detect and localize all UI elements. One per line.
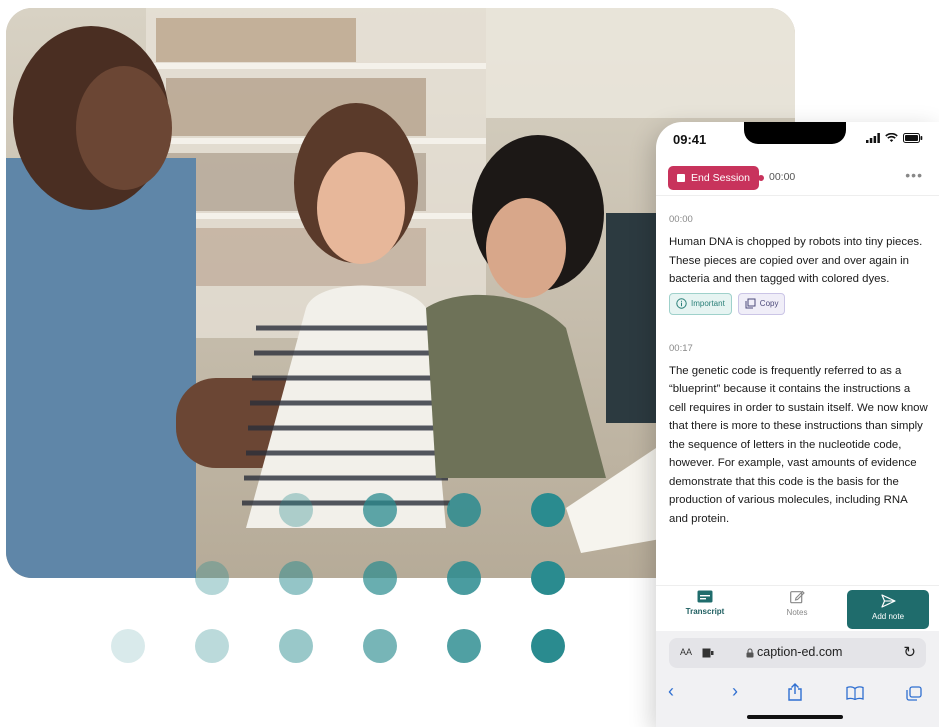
- reader-icon[interactable]: [702, 648, 714, 658]
- segment-text: The genetic code is frequently referred …: [669, 364, 928, 525]
- transcript-content: 00:00 Human DNA is chopped by robots int…: [669, 214, 929, 528]
- status-time: 09:41: [673, 132, 707, 147]
- forward-icon[interactable]: ›: [732, 681, 738, 702]
- back-icon[interactable]: ‹: [668, 681, 674, 702]
- dot: [363, 561, 397, 595]
- segment-timestamp: 00:17: [669, 342, 693, 354]
- stop-icon: [677, 174, 685, 182]
- send-icon: [880, 594, 896, 608]
- dot: [111, 629, 145, 663]
- dot: [363, 493, 397, 527]
- add-note-label: Add note: [871, 612, 905, 621]
- dot: [447, 561, 481, 595]
- transcript-segment: 00:00 Human DNA is chopped by robots int…: [669, 214, 929, 315]
- session-timer: 00:00: [769, 171, 796, 183]
- status-icons: [866, 133, 923, 143]
- edit-note-icon: [789, 590, 805, 604]
- url-text: caption-ed.com: [757, 645, 843, 659]
- tab-notes[interactable]: Notes: [757, 590, 837, 617]
- end-session-button[interactable]: End Session: [668, 166, 759, 190]
- important-button[interactable]: Important: [669, 292, 732, 315]
- lock-icon: [746, 648, 754, 658]
- end-session-label: End Session: [691, 172, 750, 184]
- text-size-button[interactable]: AA: [680, 647, 692, 657]
- transcript-segment: 00:17 The genetic code is frequently ref…: [669, 343, 929, 529]
- dot: [279, 561, 313, 595]
- important-label: Important: [691, 299, 725, 308]
- copy-label: Copy: [759, 299, 779, 308]
- phone-mockup: 09:41 End Session 00:00 ••• 00:00 Human …: [656, 122, 939, 727]
- dot: [279, 629, 313, 663]
- dot: [447, 493, 481, 527]
- browser-chrome: AA caption-ed.com ↻ ‹ ›: [656, 631, 939, 727]
- dot: [279, 493, 313, 527]
- bookmarks-icon[interactable]: [846, 686, 864, 700]
- status-bar: 09:41: [656, 122, 939, 158]
- dot: [195, 629, 229, 663]
- copy-icon: [745, 298, 756, 309]
- dot: [447, 629, 481, 663]
- tabs-icon[interactable]: [906, 686, 922, 701]
- signal-icon: [866, 133, 880, 143]
- segment-actions: Important Copy: [669, 292, 929, 315]
- tab-transcript[interactable]: Transcript: [665, 590, 745, 616]
- dot: [363, 629, 397, 663]
- add-note-button[interactable]: Add note: [847, 590, 929, 629]
- share-icon[interactable]: [788, 683, 802, 701]
- tab-notes-label: Notes: [786, 608, 808, 617]
- battery-icon: [903, 133, 923, 143]
- dot: [531, 561, 565, 595]
- dot: [531, 493, 565, 527]
- segment-timestamp: 00:00: [669, 214, 693, 225]
- recording-indicator-icon: [758, 175, 764, 181]
- reload-icon[interactable]: ↻: [903, 643, 916, 661]
- dot: [195, 561, 229, 595]
- bottom-navigation: Transcript Notes Add note: [656, 585, 939, 631]
- wifi-icon: [885, 133, 898, 142]
- dot: [531, 629, 565, 663]
- address-bar[interactable]: AA caption-ed.com ↻: [669, 638, 926, 668]
- info-icon: [676, 298, 687, 309]
- tab-transcript-label: Transcript: [685, 607, 725, 616]
- transcript-icon: [697, 590, 713, 603]
- copy-button[interactable]: Copy: [737, 292, 786, 315]
- home-indicator: [747, 715, 843, 719]
- session-toolbar: End Session 00:00 •••: [656, 160, 939, 196]
- notch: [744, 122, 846, 144]
- more-horizontal-icon[interactable]: •••: [905, 167, 923, 183]
- segment-text: Human DNA is chopped by robots into tiny…: [669, 236, 923, 285]
